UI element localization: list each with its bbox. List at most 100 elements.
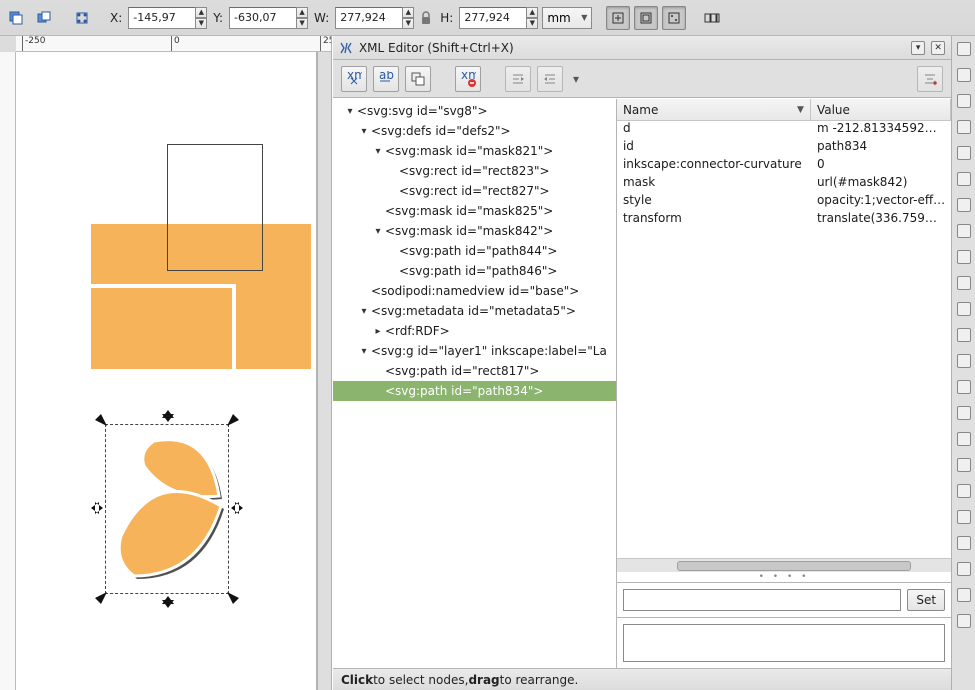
scale-handle-ne[interactable] (227, 414, 239, 426)
snap-button[interactable] (957, 536, 971, 550)
scale-handle-sw[interactable] (95, 592, 107, 604)
panel-close-button[interactable]: ✕ (931, 41, 945, 55)
xml-tree-node[interactable]: ▾<svg:mask id="mask821"> (333, 141, 616, 161)
xml-tree-node[interactable]: <sodipodi:namedview id="base"> (333, 281, 616, 301)
indent-node-button[interactable] (537, 66, 563, 92)
y-spinner[interactable]: ▲▼ (296, 7, 308, 29)
snap-button[interactable] (957, 276, 971, 290)
set-attribute-button[interactable]: Set (907, 589, 945, 611)
attribute-row[interactable]: dm -212.81334592… (617, 121, 951, 139)
scale-handle-e[interactable] (231, 502, 243, 514)
xml-tree-node[interactable]: <svg:mask id="mask825"> (333, 201, 616, 221)
xml-icon (339, 41, 353, 55)
h-spinner[interactable]: ▲▼ (526, 7, 538, 29)
snap-button[interactable] (957, 614, 971, 628)
affect-btn-3[interactable] (662, 6, 686, 30)
affect-btn-1[interactable] (606, 6, 630, 30)
new-element-node-button[interactable]: xml (341, 66, 367, 92)
snap-button[interactable] (957, 406, 971, 420)
affect-btn-4[interactable] (700, 6, 724, 30)
xml-tree-node[interactable]: <svg:path id="path846"> (333, 261, 616, 281)
snap-button[interactable] (957, 588, 971, 602)
snap-button[interactable] (957, 510, 971, 524)
canvas-column: -250 0 250 (0, 36, 332, 690)
xml-toolbar: xml abc xml ▾ (333, 60, 951, 98)
xml-tree-node[interactable]: ▾<svg:g id="layer1" inkscape:label="La (333, 341, 616, 361)
xml-tree-node[interactable]: ▾<svg:metadata id="metadata5"> (333, 301, 616, 321)
snap-button[interactable] (957, 458, 971, 472)
xml-tree-node[interactable]: <svg:rect id="rect823"> (333, 161, 616, 181)
attribute-row[interactable]: maskurl(#mask842) (617, 175, 951, 193)
attribute-row[interactable]: transformtranslate(336.759… (617, 211, 951, 229)
xml-tree-node[interactable]: ▾<svg:svg id="svg8"> (333, 101, 616, 121)
h-input[interactable] (459, 7, 527, 29)
delete-node-button[interactable]: xml (455, 66, 481, 92)
snap-button[interactable] (957, 224, 971, 238)
canvas[interactable] (16, 52, 317, 690)
toolbar-btn-3[interactable] (70, 6, 94, 30)
xml-tree-node[interactable]: <svg:path id="path844"> (333, 241, 616, 261)
snap-button[interactable] (957, 432, 971, 446)
toolbar-overflow-dropdown[interactable]: ▾ (569, 66, 583, 92)
snap-button[interactable] (957, 562, 971, 576)
snap-button[interactable] (957, 328, 971, 342)
attribute-value-input[interactable] (623, 624, 945, 662)
snap-button[interactable] (957, 120, 971, 134)
vertical-ruler[interactable] (0, 52, 16, 690)
unit-dropdown[interactable]: mm▼ (542, 7, 592, 29)
snap-button[interactable] (957, 94, 971, 108)
attribute-row[interactable]: idpath834 (617, 139, 951, 157)
snap-button[interactable] (957, 302, 971, 316)
toolbar-btn-2[interactable] (32, 6, 56, 30)
outline-rect[interactable] (167, 144, 263, 271)
scale-handle-nw[interactable] (95, 414, 107, 426)
xml-tree[interactable]: ▾<svg:svg id="svg8">▾<svg:defs id="defs2… (333, 99, 616, 668)
snap-button[interactable] (957, 172, 971, 186)
xml-editor-titlebar[interactable]: XML Editor (Shift+Ctrl+X) ▾ ✕ (333, 36, 951, 60)
new-text-node-button[interactable]: abc (373, 66, 399, 92)
lock-aspect-icon[interactable] (418, 7, 434, 29)
toolbar-btn-1[interactable] (4, 6, 28, 30)
attributes-header[interactable]: Name▼ Value (617, 99, 951, 121)
panel-resize-grip[interactable]: • • • • (617, 572, 951, 582)
xml-tree-node[interactable]: ▾<svg:defs id="defs2"> (333, 121, 616, 141)
snap-button[interactable] (957, 42, 971, 56)
scale-handle-s[interactable] (162, 596, 174, 608)
snap-button[interactable] (957, 146, 971, 160)
xml-tree-node[interactable]: <svg:path id="rect817"> (333, 361, 616, 381)
selection-bounding-box (105, 424, 229, 594)
affect-btn-2[interactable] (634, 6, 658, 30)
attributes-table[interactable]: dm -212.81334592…idpath834inkscape:conne… (617, 121, 951, 558)
transform-toolbar: X: ▲▼ Y: ▲▼ W: ▲▼ H: ▲▼ mm▼ (0, 0, 975, 36)
xml-tree-node[interactable]: <svg:rect id="rect827"> (333, 181, 616, 201)
w-spinner[interactable]: ▲▼ (402, 7, 414, 29)
unindent-node-button[interactable] (505, 66, 531, 92)
svg-text:abc: abc (379, 71, 394, 82)
attribute-row[interactable]: inkscape:connector-curvature0 (617, 157, 951, 175)
attribute-row[interactable]: styleopacity:1;vector-eff… (617, 193, 951, 211)
delete-attribute-button[interactable] (917, 66, 943, 92)
w-input[interactable] (335, 7, 403, 29)
canvas-scrollbar-v[interactable] (317, 52, 331, 690)
snap-button[interactable] (957, 484, 971, 498)
panel-title: XML Editor (Shift+Ctrl+X) (359, 41, 905, 55)
scale-handle-n[interactable] (162, 410, 174, 422)
panel-minimize-button[interactable]: ▾ (911, 41, 925, 55)
xml-tree-node[interactable]: ▾<svg:mask id="mask842"> (333, 221, 616, 241)
snap-button[interactable] (957, 354, 971, 368)
xml-tree-node[interactable]: <svg:path id="path834"> (333, 381, 616, 401)
attribute-name-input[interactable] (623, 589, 901, 611)
xml-tree-node[interactable]: ▸<rdf:RDF> (333, 321, 616, 341)
snap-button[interactable] (957, 250, 971, 264)
x-input[interactable] (128, 7, 196, 29)
snap-button[interactable] (957, 198, 971, 212)
snap-button[interactable] (957, 380, 971, 394)
duplicate-node-button[interactable] (405, 66, 431, 92)
scale-handle-se[interactable] (227, 592, 239, 604)
y-input[interactable] (229, 7, 297, 29)
snap-button[interactable] (957, 68, 971, 82)
horizontal-ruler[interactable]: -250 0 250 (16, 36, 331, 52)
scale-handle-w[interactable] (91, 502, 103, 514)
attributes-hscrollbar[interactable] (617, 558, 951, 572)
x-spinner[interactable]: ▲▼ (195, 7, 207, 29)
